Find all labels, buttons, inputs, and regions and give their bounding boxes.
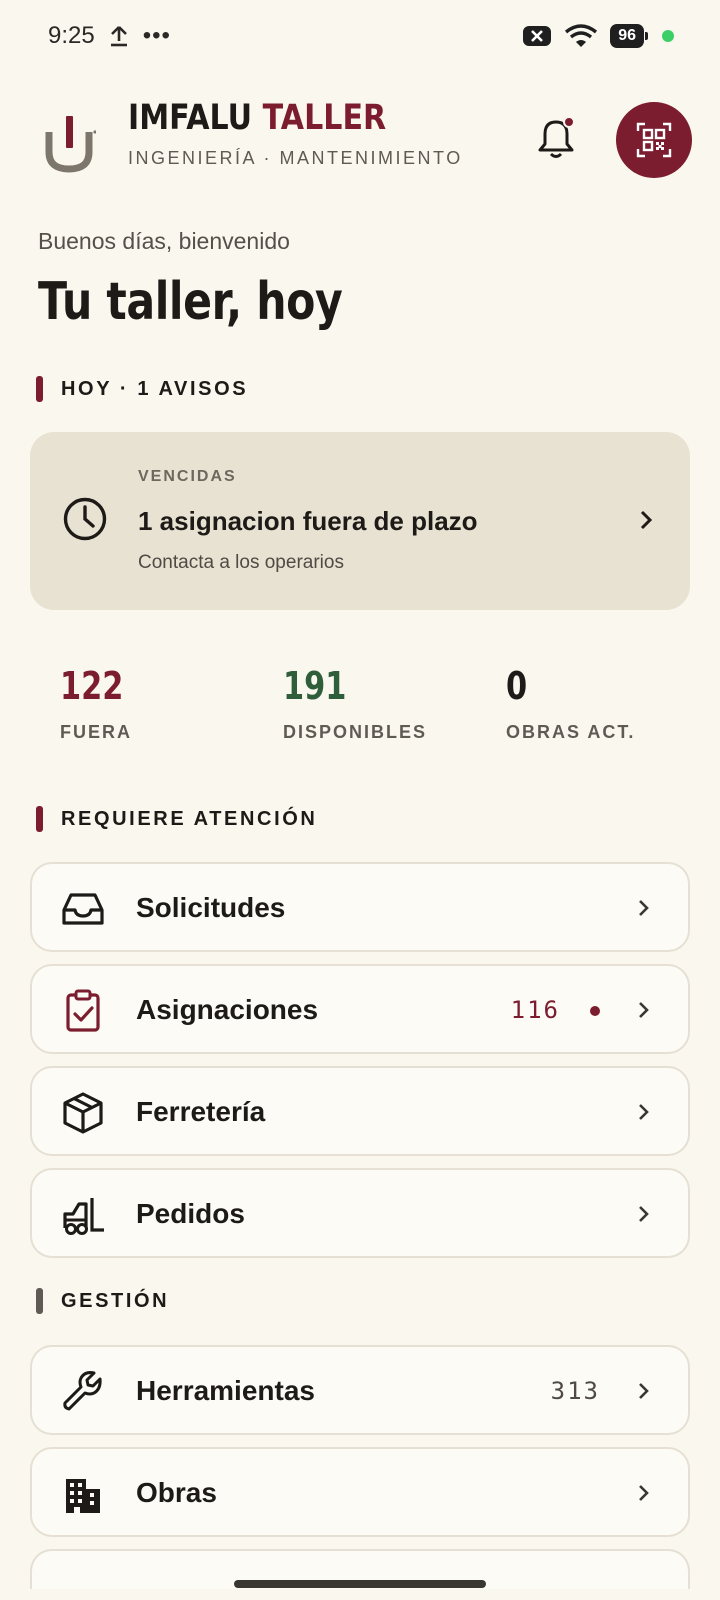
status-left: 9:25 ••• — [48, 22, 171, 50]
overdue-alert-card[interactable]: VENCIDAS 1 asignacion fuera de plazo Con… — [30, 432, 690, 610]
status-right: 96 — [522, 23, 674, 49]
menu-item-asignaciones[interactable]: Asignaciones 116 — [30, 964, 690, 1054]
unread-dot — [590, 1006, 600, 1016]
menu-item-label: Ferretería — [136, 1096, 266, 1127]
home-indicator[interactable] — [234, 1580, 486, 1588]
menu-item-count: 313 — [550, 1377, 600, 1405]
alert-subtitle: Contacta a los operarios — [138, 552, 344, 573]
chevron-right-icon — [639, 1002, 649, 1018]
brand-subtitle: INGENIERÍA · MANTENIMIENTO — [128, 148, 463, 168]
section-marker — [36, 1288, 43, 1314]
more-notifications-icon: ••• — [142, 22, 171, 49]
brand-title: IMFALU TALLER — [128, 98, 416, 138]
page-title: Tu taller, hoy — [38, 272, 343, 332]
brand-block: IMFALU TALLER INGENIERÍA · MANTENIMIENTO — [128, 98, 463, 169]
stat-label: FUERA — [60, 722, 132, 742]
status-bar: 9:25 ••• 96 — [0, 0, 720, 72]
greeting-text: Buenos días, bienvenido — [38, 228, 290, 254]
chevron-right-icon — [639, 900, 649, 916]
forklift-icon — [63, 1198, 104, 1235]
chevron-right-icon — [639, 1206, 649, 1222]
privacy-indicator-dot — [662, 30, 674, 42]
chevron-right-icon — [639, 1383, 649, 1399]
menu-item-obras[interactable]: Obras — [30, 1447, 690, 1537]
menu-item-label: Asignaciones — [136, 994, 319, 1025]
section-management-label: GESTIÓN — [61, 1289, 170, 1312]
menu-item-herramientas[interactable]: Herramientas 313 — [30, 1345, 690, 1435]
menu-item-label: Herramientas — [136, 1375, 315, 1406]
menu-item-label: Solicitudes — [136, 892, 286, 923]
package-icon — [63, 1092, 103, 1134]
section-attention-header: REQUIERE ATENCIÓN — [36, 806, 317, 832]
stat-fuera[interactable]: 122 FUERA — [60, 664, 139, 743]
battery-level: 96 — [610, 24, 648, 48]
menu-item-solicitudes[interactable]: Solicitudes — [30, 862, 690, 952]
menu-item-label: Obras — [136, 1477, 217, 1508]
imfalu-logo-icon — [45, 116, 96, 173]
mobile-data-off-icon — [523, 26, 552, 46]
section-attention-label: REQUIERE ATENCIÓN — [61, 807, 318, 830]
stat-obras-activas[interactable]: 0 OBRAS ACT. — [506, 664, 635, 743]
wifi-icon — [565, 24, 598, 47]
alert-kicker: VENCIDAS — [138, 468, 237, 485]
stat-value: 191 — [283, 664, 347, 708]
menu-item-pedidos[interactable]: Pedidos — [30, 1168, 690, 1258]
brand-main: IMFALU — [128, 98, 253, 138]
menu-item-count: 116 — [510, 996, 560, 1024]
chevron-right-icon — [640, 510, 653, 530]
stat-value: 122 — [60, 664, 124, 708]
stat-label: OBRAS ACT. — [506, 722, 636, 742]
section-marker — [36, 376, 43, 402]
buildings-icon — [66, 1479, 100, 1513]
stat-label: DISPONIBLES — [283, 722, 428, 742]
clock-icon — [63, 497, 107, 541]
qr-code-icon — [636, 122, 672, 158]
stat-disponibles[interactable]: 191 DISPONIBLES — [283, 664, 427, 743]
menu-item-label: Pedidos — [136, 1198, 245, 1229]
qr-scan-button[interactable] — [616, 102, 692, 178]
section-today-header: HOY · 1 AVISOS — [36, 376, 248, 402]
stat-value: 0 — [506, 664, 528, 708]
inbox-icon — [62, 893, 104, 925]
alert-title: 1 asignacion fuera de plazo — [138, 506, 478, 536]
section-today-label: HOY · 1 AVISOS — [61, 377, 249, 400]
section-management-header: GESTIÓN — [36, 1288, 169, 1314]
section-marker — [36, 806, 43, 832]
notification-bell-icon[interactable] — [534, 114, 578, 162]
menu-item-ferreteria[interactable]: Ferretería — [30, 1066, 690, 1156]
chevron-right-icon — [639, 1485, 649, 1501]
chevron-right-icon — [639, 1104, 649, 1120]
wrench-icon — [63, 1371, 102, 1411]
brand-accent: TALLER — [262, 98, 387, 138]
clipboard-check-icon — [66, 989, 100, 1032]
status-time: 9:25 — [48, 22, 95, 49]
upload-icon — [110, 26, 127, 47]
app-header: IMFALU TALLER INGENIERÍA · MANTENIMIENTO — [36, 96, 692, 186]
